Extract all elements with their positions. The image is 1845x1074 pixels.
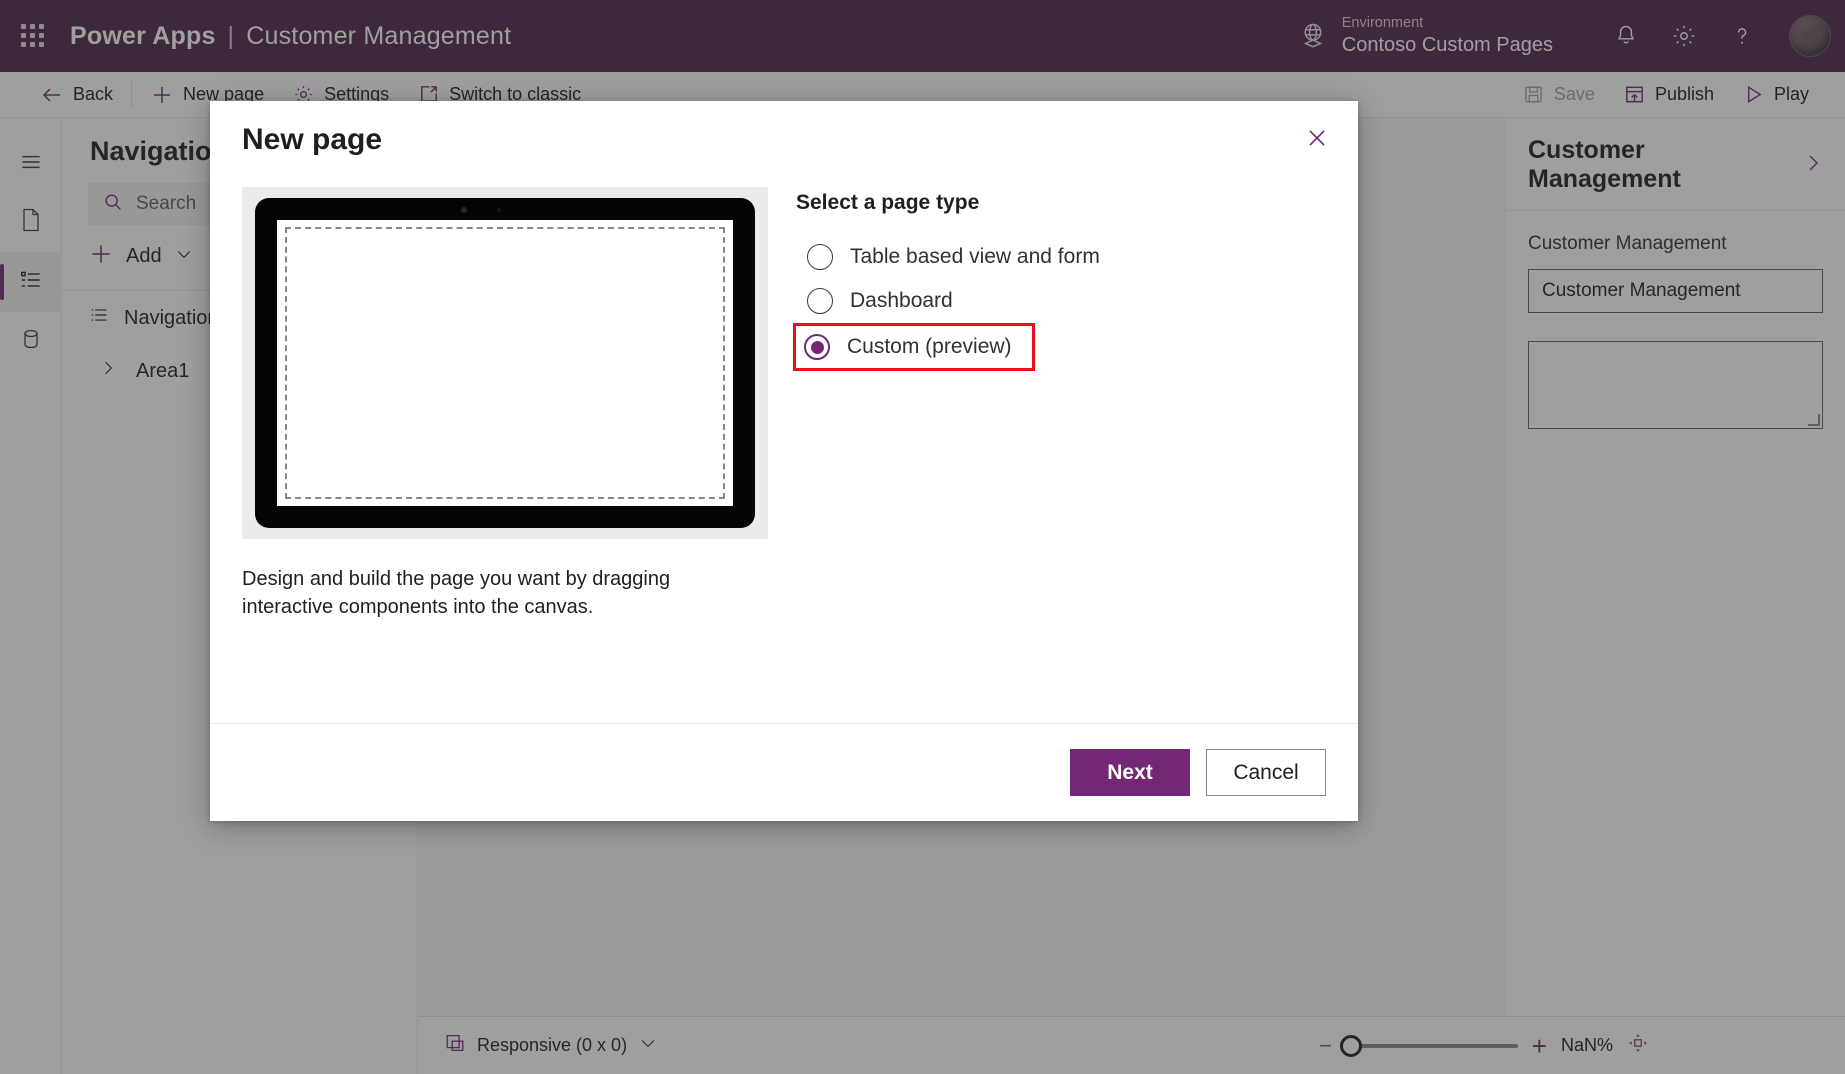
radio-label: Custom (preview) xyxy=(847,335,1012,358)
radio-circle-filled-icon xyxy=(804,334,830,360)
radio-circle-icon xyxy=(807,244,833,270)
radio-option-custom-preview[interactable]: Custom (preview) xyxy=(793,323,1035,371)
camera-dot-icon xyxy=(461,207,467,213)
tablet-device-mockup xyxy=(242,187,768,539)
canvas-placeholder-outline xyxy=(285,227,725,499)
power-apps-designer: Power Apps | Customer Management Environ… xyxy=(0,0,1845,1074)
radio-label: Dashboard xyxy=(850,289,953,312)
page-type-selector: Select a page type Table based view and … xyxy=(793,187,1326,723)
radio-option-dashboard[interactable]: Dashboard xyxy=(796,279,973,323)
cancel-button[interactable]: Cancel xyxy=(1206,749,1326,796)
device-bezel xyxy=(255,198,755,528)
dialog-footer: Next Cancel xyxy=(210,723,1358,821)
next-button[interactable]: Next xyxy=(1070,749,1190,796)
page-type-description: Design and build the page you want by dr… xyxy=(242,568,671,619)
page-type-heading: Select a page type xyxy=(796,191,980,214)
close-icon[interactable] xyxy=(1296,117,1338,159)
device-screen xyxy=(277,220,733,506)
page-type-preview: Design and build the page you want by dr… xyxy=(242,187,768,723)
radio-label: Table based view and form xyxy=(850,245,1100,268)
sensor-dot-icon xyxy=(497,208,501,212)
radio-option-table-based-view-and-form[interactable]: Table based view and form xyxy=(796,235,1120,279)
dialog-body: Design and build the page you want by dr… xyxy=(210,157,1358,723)
dialog-header: New page xyxy=(210,101,1358,157)
dialog-title: New page xyxy=(242,123,383,156)
new-page-dialog: New page Design and build the page you w… xyxy=(210,101,1358,821)
radio-circle-icon xyxy=(807,288,833,314)
